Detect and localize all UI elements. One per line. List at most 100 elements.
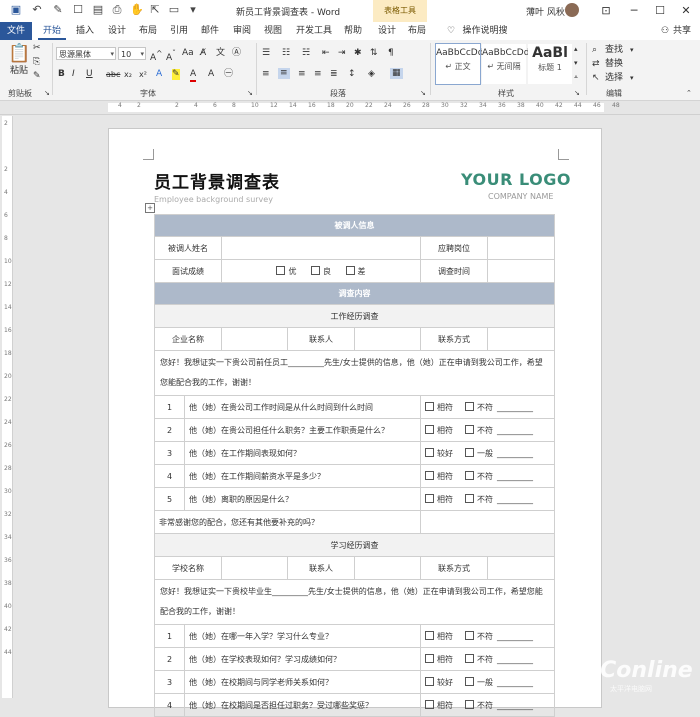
style-no-spacing[interactable]: AaBbCcDd ↵ 无间隔 [482, 44, 529, 84]
grade-option[interactable]: 优 [276, 265, 296, 276]
tab-mailings[interactable]: 邮件 [197, 22, 223, 40]
tell-me-search[interactable]: 操作说明搜索 [460, 22, 510, 54]
answer-blank[interactable]: _________ [497, 701, 533, 710]
tab-insert[interactable]: 插入 [72, 22, 98, 40]
tab-developer[interactable]: 开发工具 [292, 22, 336, 40]
justify-icon[interactable]: ≡ [314, 69, 322, 80]
distributed-icon[interactable]: ≣ [330, 69, 338, 80]
clipboard-launcher-icon[interactable]: ↘ [44, 88, 50, 99]
tab-design[interactable]: 设计 [104, 22, 130, 40]
paragraph-launcher-icon[interactable]: ↘ [420, 88, 426, 99]
close-icon[interactable]: ✕ [678, 3, 694, 19]
maximize-icon[interactable]: ☐ [652, 3, 668, 19]
chinese-layout-icon[interactable]: ✱ [354, 48, 362, 59]
increase-indent-icon[interactable]: ⇥ [338, 48, 346, 59]
answer-option[interactable]: 不符 [465, 401, 493, 412]
answer-option[interactable]: 相符 [425, 401, 453, 412]
sort-icon[interactable]: ⇅ [370, 48, 378, 59]
paste-button[interactable]: 粘贴 [10, 66, 28, 77]
answer-option[interactable]: 相符 [425, 470, 453, 481]
horizontal-ruler[interactable]: 4 2 2 4 6 8 10 12 14 16 18 20 22 24 26 28 30 32 34 36 38 40 42… [0, 101, 700, 115]
answer-option[interactable]: 一般 [465, 447, 493, 458]
contact-input[interactable] [354, 327, 421, 351]
answer-blank[interactable]: _________ [497, 678, 533, 687]
table-move-handle-icon[interactable]: + [145, 203, 155, 213]
contact-input[interactable] [354, 556, 421, 580]
answer-blank[interactable]: _________ [497, 655, 533, 664]
font-color-icon[interactable]: A [190, 69, 197, 82]
collapse-ribbon-icon[interactable]: ⌃ [686, 88, 692, 99]
answer-option[interactable]: 不符 [465, 630, 493, 641]
styles-up-icon[interactable]: ▴ [574, 44, 578, 55]
answer-option[interactable]: 不符 [465, 470, 493, 481]
print-icon[interactable]: ⎙ [111, 4, 123, 16]
multilevel-list-icon[interactable]: ☵ [302, 48, 310, 59]
align-center-icon[interactable]: ≡ [278, 68, 290, 79]
save-icon[interactable]: ▣ [10, 4, 22, 16]
underline-icon[interactable]: U [86, 69, 93, 80]
select-icon[interactable]: ⇱ [149, 4, 161, 16]
answer-blank[interactable]: _________ [497, 449, 533, 458]
italic-icon[interactable]: I [72, 69, 75, 80]
shrink-font-icon[interactable]: Aˇ [166, 48, 176, 64]
format-painter-button[interactable]: ✎ [33, 71, 41, 82]
clear-format-icon[interactable]: A̸ [200, 48, 206, 59]
survey-time-input[interactable] [487, 259, 555, 283]
user-name[interactable]: 薄叶 风秋 [526, 5, 565, 18]
text-effects-icon[interactable]: A [156, 69, 162, 80]
company-input[interactable] [221, 327, 288, 351]
name-input[interactable] [221, 236, 421, 260]
char-shading-icon[interactable]: A [208, 69, 214, 80]
undo-icon[interactable]: ↶ [31, 4, 43, 16]
bullets-icon[interactable]: ☰ [262, 48, 270, 59]
position-input[interactable] [487, 236, 555, 260]
answer-option[interactable]: 相符 [425, 493, 453, 504]
select-arrow-icon[interactable]: ↖ [592, 73, 600, 84]
align-left-icon[interactable]: ≡ [262, 69, 270, 80]
select-button[interactable]: 选择 [605, 73, 623, 84]
tab-review[interactable]: 审阅 [229, 22, 255, 40]
answer-blank[interactable]: _________ [497, 472, 533, 481]
tab-table-layout[interactable]: 布局 [404, 22, 430, 40]
answer-option[interactable]: 不符 [465, 493, 493, 504]
survey-table[interactable]: 被调人信息 被调人姓名 应聘岗位 面试成绩 优 良 差 调查时间 调查内容 工作… [154, 214, 555, 717]
borders-icon[interactable]: ▦ [390, 68, 403, 79]
phonetic-icon[interactable]: 文 [216, 48, 225, 59]
tab-file[interactable]: 文件 [0, 22, 32, 40]
line-spacing-icon[interactable]: ↕ [348, 69, 356, 80]
vertical-ruler[interactable]: 2 2 4 6 8 10 12 14 16 18 20 22 24 26 28 30 32 34 36 38 40 42 4… [2, 116, 13, 698]
font-launcher-icon[interactable]: ↘ [247, 88, 253, 99]
document-page[interactable]: 员工背景调查表 Employee background survey YOUR … [108, 128, 602, 717]
method-input[interactable] [487, 556, 555, 580]
shading-icon[interactable]: ◈ [368, 69, 375, 80]
copy-icon[interactable]: ⎘ [33, 57, 40, 68]
enclose-char-icon[interactable]: ㊀ [224, 69, 233, 80]
styles-down-icon[interactable]: ▾ [574, 58, 578, 69]
subscript-icon[interactable]: x₂ [124, 69, 132, 80]
decrease-indent-icon[interactable]: ⇤ [322, 48, 330, 59]
grade-option[interactable]: 良 [311, 265, 331, 276]
ribbon-display-icon[interactable]: ⊡ [598, 3, 614, 19]
superscript-icon[interactable]: x² [139, 69, 147, 80]
answer-option[interactable]: 较好 [425, 676, 453, 687]
font-name-combo[interactable]: 思源黑体 ▾ [56, 47, 116, 60]
answer-blank[interactable]: _________ [497, 495, 533, 504]
school-input[interactable] [221, 556, 288, 580]
char-border-icon[interactable]: Ⓐ [232, 48, 241, 59]
chevron-down-icon[interactable]: ▾ [630, 45, 634, 56]
numbering-icon[interactable]: ☷ [282, 48, 290, 59]
open-icon[interactable]: ▤ [92, 4, 104, 16]
styles-launcher-icon[interactable]: ↘ [574, 88, 580, 99]
answer-option[interactable]: 相符 [425, 699, 453, 710]
answer-option[interactable]: 不符 [465, 699, 493, 710]
tab-home[interactable]: 开始 [38, 22, 66, 40]
answer-option[interactable]: 不符 [465, 424, 493, 435]
answer-option[interactable]: 不符 [465, 653, 493, 664]
style-normal[interactable]: AaBbCcDd ↵ 正文 [435, 43, 483, 85]
cut-icon[interactable]: ✂ [33, 43, 41, 54]
grow-font-icon[interactable]: A^ [150, 48, 162, 64]
method-input[interactable] [487, 327, 555, 351]
share-icon[interactable]: ⚇ [660, 22, 670, 40]
thanks-input[interactable] [420, 510, 555, 534]
tab-view[interactable]: 视图 [260, 22, 286, 40]
